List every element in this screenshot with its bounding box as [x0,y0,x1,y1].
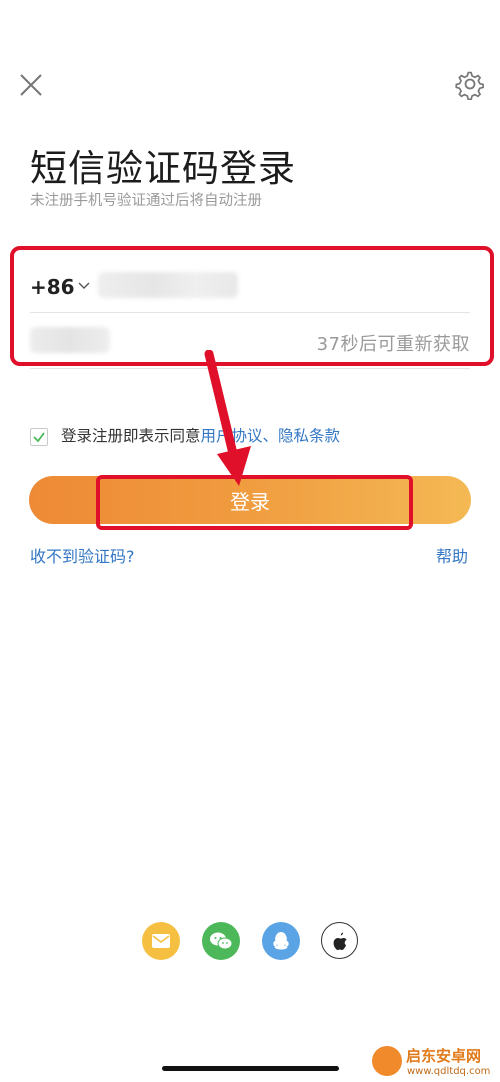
apple-login-button[interactable] [321,922,358,959]
watermark-url: www.qdltdq.com [407,1066,491,1077]
help-link[interactable]: 帮助 [436,543,468,567]
wechat-icon [210,932,233,950]
page-subtitle: 未注册手机号验证通过后将自动注册 [30,193,262,209]
watermark-name: 启东安卓网 [406,1047,482,1065]
home-indicator [162,1066,339,1071]
qq-icon [273,932,289,950]
gear-icon[interactable] [454,68,486,100]
privacy-link[interactable]: 隐私条款 [278,424,340,446]
mail-icon [152,934,170,948]
agreement-prefix: 登录注册即表示同意 [61,427,201,445]
annotation-highlight-inputs [10,246,494,366]
watermark-logo [372,1046,402,1076]
annotation-arrow-icon [204,350,251,486]
mail-login-button[interactable] [142,922,180,960]
apple-icon [333,931,347,950]
close-icon[interactable] [16,70,46,100]
no-code-link[interactable]: 收不到验证码? [30,543,135,567]
qq-login-button[interactable] [262,922,300,960]
page-title: 短信验证码登录 [30,147,296,190]
check-icon [33,432,45,443]
wechat-login-button[interactable] [202,922,240,960]
agreement-checkbox[interactable] [30,428,48,446]
agreement-separator: 、 [262,427,279,445]
agreement-row: 登录注册即表示同意用户协议、隐私条款 [30,424,340,446]
